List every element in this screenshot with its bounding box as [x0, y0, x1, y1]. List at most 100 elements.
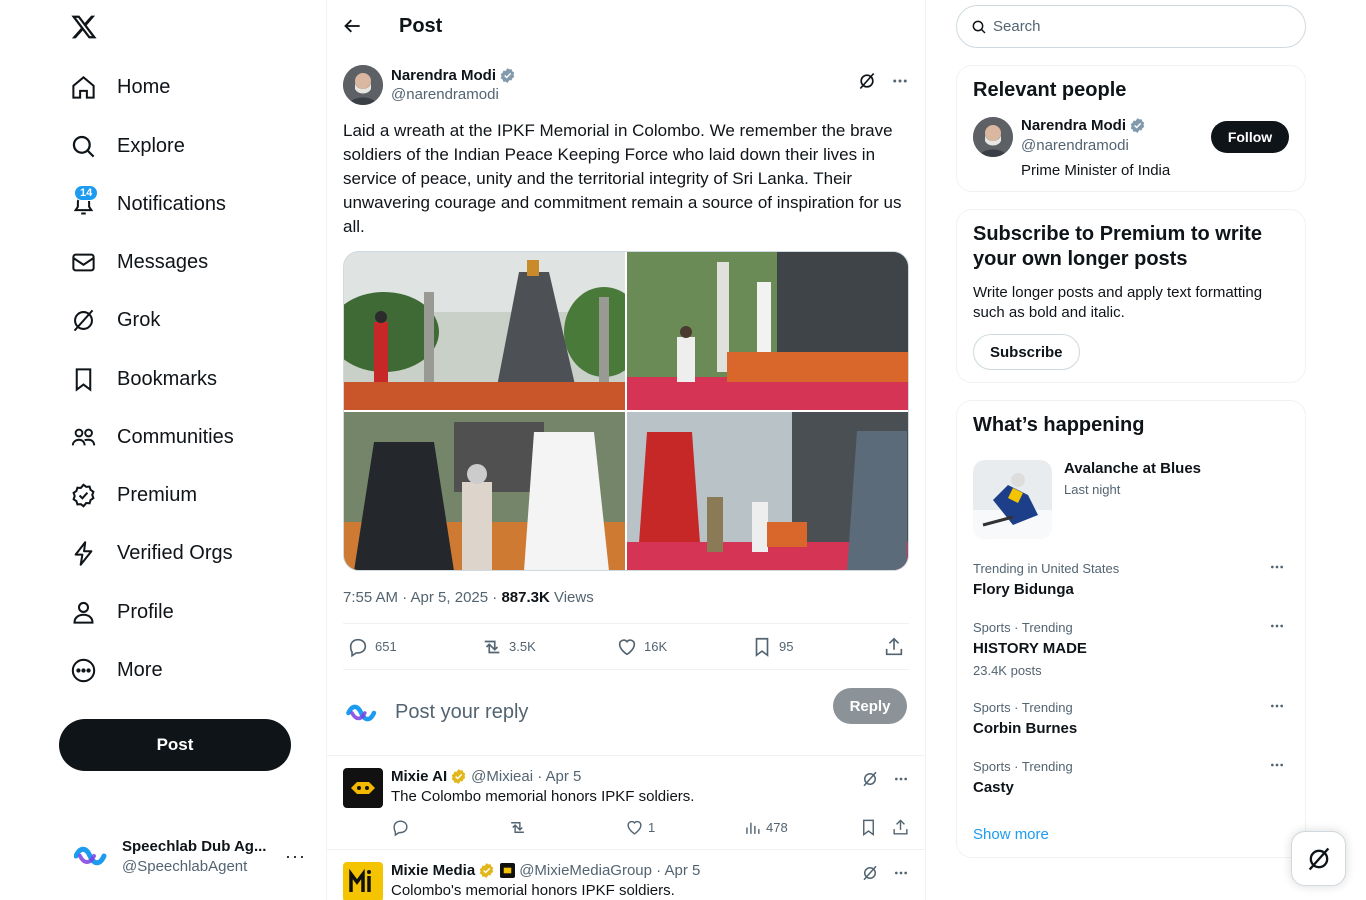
nav-profile[interactable]: Profile: [58, 587, 186, 637]
more-options-icon[interactable]: [893, 865, 909, 881]
happening-event[interactable]: Avalanche at Blues Last night: [973, 460, 1289, 539]
mixie-media-avatar[interactable]: [343, 862, 383, 900]
reply-item[interactable]: Mixie Media @MixieMediaGroup · Apr 5 Col…: [327, 850, 925, 900]
nav-messages-label: Messages: [117, 250, 209, 273]
nav-home-label: Home: [117, 75, 171, 98]
trend-more-icon[interactable]: [1269, 757, 1285, 773]
right-sidebar: Relevant people Narendra Modi @narendram…: [956, 0, 1306, 900]
post-button[interactable]: Post: [59, 719, 291, 771]
trend-name: HISTORY MADE: [973, 640, 1087, 657]
reply-repost-icon[interactable]: [508, 818, 531, 837]
repost-action[interactable]: 3.5K: [481, 636, 536, 658]
grok-icon[interactable]: [861, 864, 879, 882]
account-switcher[interactable]: Speechlab Dub Ag... @SpeechlabAgent ···: [60, 826, 316, 886]
trend-name: Casty: [973, 779, 1014, 796]
reply-icon: [347, 636, 375, 658]
trend-more-icon[interactable]: [1269, 618, 1285, 634]
more-options-icon[interactable]: [893, 771, 909, 787]
nav-messages[interactable]: Messages: [58, 237, 220, 287]
verified-badge-icon: [499, 67, 516, 84]
premium-title: Subscribe to Premium to write your own l…: [973, 223, 1262, 270]
tweet-media-grid[interactable]: [343, 251, 909, 571]
reply-views-action[interactable]: 478: [743, 818, 788, 837]
nav-home[interactable]: Home: [58, 62, 182, 112]
reply-bookmark-icon[interactable]: [859, 818, 882, 837]
media-photo-2[interactable]: [627, 252, 908, 410]
bell-icon: 14: [70, 184, 99, 218]
follow-button[interactable]: Follow: [1211, 121, 1289, 153]
bookmark-action[interactable]: 95: [751, 636, 793, 658]
repost-icon: [481, 636, 509, 658]
media-photo-1[interactable]: [344, 252, 625, 410]
like-action[interactable]: 16K: [616, 636, 667, 658]
trend-item[interactable]: Sports · Trending HISTORY MADE 23.4K pos…: [973, 620, 1289, 678]
person-name[interactable]: Narendra Modi: [1021, 117, 1126, 134]
nav-communities[interactable]: Communities: [58, 412, 246, 462]
mixie-ai-avatar[interactable]: [343, 768, 383, 808]
trend-context: Sports · Trending: [973, 620, 1073, 635]
gold-verified-icon: [478, 862, 495, 879]
nav-verified-orgs[interactable]: Verified Orgs: [58, 528, 245, 578]
reply-author-name[interactable]: Mixie Media: [391, 862, 475, 879]
more-circle-icon: [70, 657, 97, 684]
search-input[interactable]: [993, 18, 1273, 35]
relevant-person[interactable]: Narendra Modi @narendramodi Prime Minist…: [973, 117, 1289, 179]
reply-like-action[interactable]: 1: [625, 818, 655, 837]
reply-like-count: 1: [648, 819, 656, 835]
nav-grok[interactable]: Grok: [58, 295, 172, 345]
show-more-link[interactable]: Show more: [973, 826, 1289, 843]
nav-premium[interactable]: Premium: [58, 470, 209, 520]
author-name[interactable]: Narendra Modi: [391, 67, 496, 84]
reply-text: The Colombo memorial honors IPKF soldier…: [391, 788, 695, 805]
premium-card: Subscribe to Premium to write your own l…: [956, 209, 1306, 383]
nav-bookmarks[interactable]: Bookmarks: [58, 354, 229, 404]
notifications-badge: 14: [74, 184, 99, 201]
search-box[interactable]: [956, 5, 1306, 48]
nav-bookmarks-label: Bookmarks: [117, 367, 218, 390]
account-handle: @SpeechlabAgent: [122, 857, 248, 875]
trend-item[interactable]: Trending in United States Flory Bidunga: [973, 561, 1289, 598]
post-header: Post: [327, 0, 925, 53]
tweet-timestamp[interactable]: 7:55 AM · Apr 5, 2025 ·: [343, 589, 501, 606]
search-icon: [70, 133, 97, 160]
nav-more[interactable]: More: [58, 645, 175, 695]
whats-happening-title: What’s happening: [973, 414, 1145, 436]
reply-action[interactable]: 651: [347, 636, 397, 658]
bookmark-icon: [70, 366, 97, 393]
media-photo-3[interactable]: [344, 412, 625, 570]
composer-avatar-icon: [343, 693, 383, 733]
x-logo-icon[interactable]: [70, 13, 100, 43]
author-handle[interactable]: @narendramodi: [391, 86, 516, 103]
account-more-icon[interactable]: ···: [285, 846, 306, 867]
media-photo-4[interactable]: [627, 412, 908, 570]
subscribe-button[interactable]: Subscribe: [973, 334, 1080, 370]
reply-reply-icon[interactable]: [391, 818, 414, 837]
trend-item[interactable]: Sports · Trending Corbin Burnes: [973, 700, 1289, 737]
person-handle[interactable]: @narendramodi: [1021, 137, 1170, 154]
main-tweet: Narendra Modi @narendramodi Laid a wreat…: [327, 53, 925, 670]
nav-notifications[interactable]: 14 Notifications: [58, 179, 238, 229]
more-options-icon[interactable]: [891, 72, 909, 90]
back-arrow-icon[interactable]: [343, 16, 365, 38]
trend-more-icon[interactable]: [1269, 559, 1285, 575]
reply-input[interactable]: [395, 701, 815, 724]
reply-meta: @Mixieai · Apr 5: [471, 768, 582, 785]
reply-author-name[interactable]: Mixie AI: [391, 768, 447, 785]
grok-icon[interactable]: [857, 71, 877, 91]
grok-icon[interactable]: [861, 770, 879, 788]
author-avatar[interactable]: [343, 65, 383, 105]
reply-share-icon[interactable]: [891, 818, 914, 837]
trend-item[interactable]: Sports · Trending Casty: [973, 759, 1289, 796]
account-name: Speechlab Dub Ag...: [122, 837, 267, 855]
share-action[interactable]: [883, 636, 911, 658]
nav-explore[interactable]: Explore: [58, 121, 197, 171]
person-avatar[interactable]: [973, 117, 1013, 157]
tweet-text: Laid a wreath at the IPKF Memorial in Co…: [343, 121, 902, 236]
trend-context: Sports · Trending: [973, 759, 1073, 774]
reply-item[interactable]: Mixie AI @Mixieai · Apr 5 The Colombo me…: [327, 756, 925, 850]
bookmark-count: 95: [779, 639, 794, 654]
reply-button[interactable]: Reply: [833, 688, 907, 724]
whats-happening-card: What’s happening Avalanche at Blues Last…: [956, 400, 1306, 858]
grok-floating-button[interactable]: [1291, 831, 1346, 886]
trend-more-icon[interactable]: [1269, 698, 1285, 714]
